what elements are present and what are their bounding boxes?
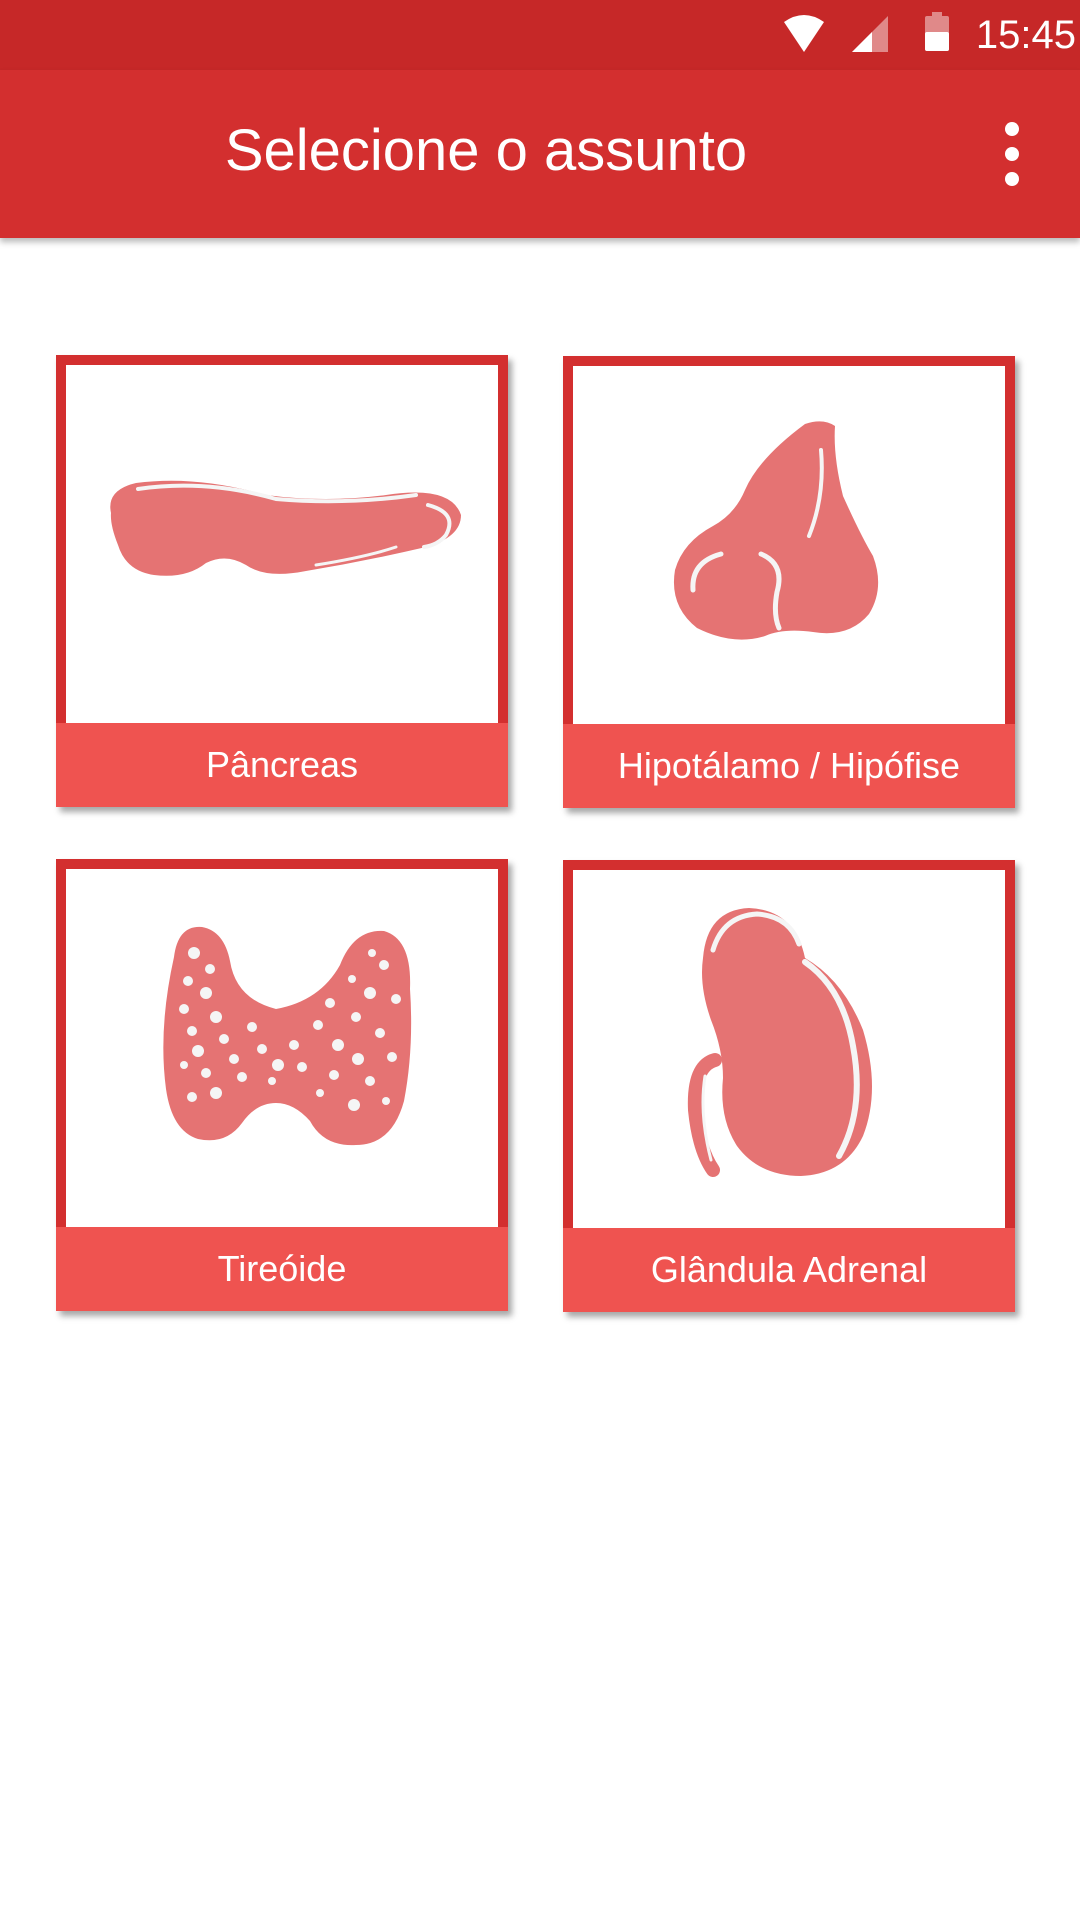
topic-label-adrenal: Glândula Adrenal	[563, 1228, 1015, 1312]
more-options-button[interactable]	[990, 122, 1034, 186]
topic-label-tireoide: Tireóide	[56, 1227, 508, 1311]
more-vert-icon-dot	[1005, 147, 1019, 161]
status-bar: 15:45	[0, 0, 1080, 70]
wifi-icon	[784, 15, 824, 52]
app-bar: Selecione o assunto	[0, 70, 1080, 238]
more-vert-icon	[1005, 122, 1019, 136]
cell-signal-icon	[852, 16, 888, 52]
status-clock: 15:45	[975, 13, 1076, 57]
topic-label-pancreas: Pâncreas	[56, 723, 508, 807]
page-title: Selecione o assunto	[224, 118, 748, 183]
topic-card-adrenal[interactable]: Glândula Adrenal	[563, 860, 1015, 1312]
pituitary-illustration	[673, 421, 879, 640]
topic-label-hipotalamo: Hipotálamo / Hipófise	[563, 724, 1015, 808]
thyroid-illustration	[163, 926, 412, 1146]
pancreas-illustration	[110, 480, 462, 576]
adrenal-kidney-illustration	[687, 908, 872, 1177]
topic-card-hipotalamo[interactable]: Hipotálamo / Hipófise	[563, 356, 1015, 808]
topic-card-tireoide[interactable]: Tireóide	[56, 859, 508, 1311]
topic-card-pancreas[interactable]: Pâncreas	[56, 355, 508, 807]
battery-icon	[925, 12, 949, 51]
more-vert-icon-dot	[1005, 172, 1019, 186]
